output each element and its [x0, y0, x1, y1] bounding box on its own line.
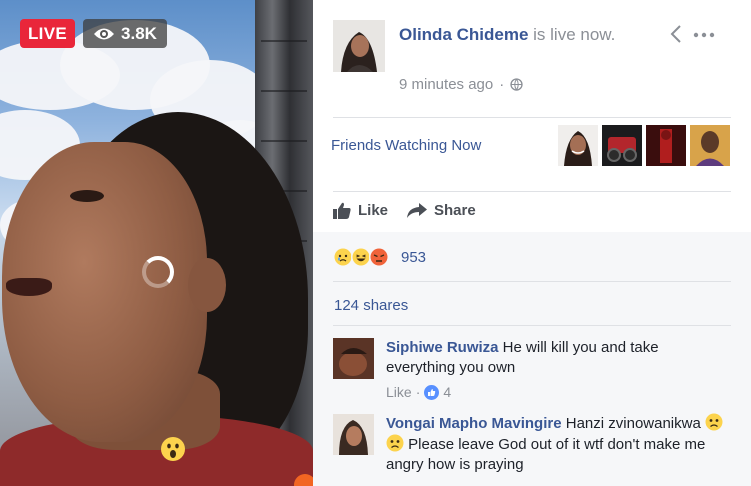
host-avatar[interactable]: [333, 20, 385, 72]
like-count-icon: [424, 384, 440, 400]
comment-message: Hanzi zvinowanikwa: [561, 415, 705, 432]
friend-avatar[interactable]: [602, 125, 642, 166]
post-meta: 9 minutes ago ·: [399, 76, 523, 93]
share-button[interactable]: Share: [407, 202, 476, 219]
host-status-line: Olinda Chideme is live now.: [399, 22, 629, 48]
host-name-link[interactable]: Olinda Chideme: [399, 25, 528, 44]
divider: [333, 325, 731, 326]
live-badge: LIVE: [20, 19, 75, 48]
share-label: Share: [434, 202, 476, 219]
worried-face-icon: [705, 413, 723, 431]
shares-count[interactable]: 124 shares: [334, 297, 408, 314]
globe-icon: [510, 78, 523, 91]
divider: [333, 117, 731, 118]
more-options-icon[interactable]: [693, 22, 715, 43]
friend-avatar[interactable]: [646, 125, 686, 166]
share-arrow-icon: [407, 203, 427, 218]
loading-spinner-icon: [142, 256, 174, 288]
angry-reaction-icon: [294, 474, 313, 486]
side-panel: Olinda Chideme is live now. 9 minutes ag…: [313, 0, 751, 486]
comment-author[interactable]: Siphiwe Ruwiza: [386, 339, 499, 356]
wow-reaction-icon: [161, 437, 185, 461]
angry-reaction-icon: [369, 247, 389, 267]
host-photo: [333, 20, 385, 72]
eye: [70, 190, 104, 202]
comment-avatar[interactable]: [333, 338, 374, 379]
eye-icon: [94, 28, 115, 39]
divider: [333, 281, 731, 282]
ear: [188, 258, 226, 312]
mouth: [6, 278, 52, 296]
viewer-count: 3.8K: [121, 23, 157, 43]
comment-message-continued: Please leave God out of it wtf don't mak…: [386, 436, 706, 473]
reaction-icons[interactable]: [333, 247, 389, 267]
sad-reaction-icon: [333, 247, 353, 267]
comment-like-count[interactable]: 4: [443, 384, 451, 400]
friend-avatar[interactable]: [690, 125, 730, 166]
worried-face-icon: [386, 434, 404, 452]
friend-avatar[interactable]: [558, 125, 598, 166]
divider: [333, 191, 731, 192]
thumbs-up-icon: [333, 202, 351, 219]
meta-separator: ·: [415, 384, 421, 400]
viewer-count-badge: 3.8K: [83, 19, 167, 48]
post-time[interactable]: 9 minutes ago: [399, 76, 493, 93]
chevron-left-icon[interactable]: [670, 24, 682, 50]
meta-separator: ·: [499, 76, 505, 93]
comment-avatar[interactable]: [333, 414, 374, 455]
live-video[interactable]: LIVE 3.8K: [0, 0, 313, 486]
comment-author[interactable]: Vongai Mapho Mavingire: [386, 415, 562, 432]
like-button[interactable]: Like: [333, 202, 388, 219]
comment-text: Vongai Mapho Mavingire Hanzi zvinowanikw…: [386, 413, 726, 475]
comment-text: Siphiwe Ruwiza He will kill you and take…: [386, 338, 726, 378]
comment-meta: Like · 4: [386, 384, 451, 400]
like-label: Like: [358, 202, 389, 219]
comment-like-button[interactable]: Like: [386, 384, 412, 400]
reaction-count[interactable]: 953: [401, 249, 426, 266]
haha-reaction-icon: [351, 247, 371, 267]
friends-watching-label: Friends Watching Now: [331, 137, 482, 154]
host-status: is live now.: [528, 25, 616, 44]
